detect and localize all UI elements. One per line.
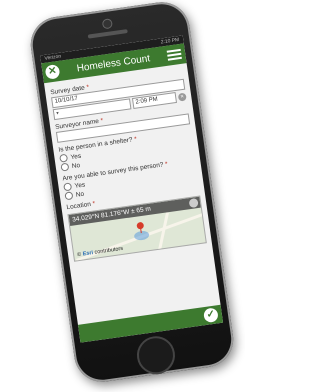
menu-icon[interactable] [166, 47, 182, 63]
speaker [87, 29, 128, 39]
map-attribution: © Esri contributors [76, 245, 124, 259]
check-icon[interactable]: ✓ [203, 307, 219, 324]
home-button[interactable] [134, 333, 178, 377]
stage: Verizon 2:10 PM ✕ Homeless Count Survey … [0, 0, 245, 392]
map-road [157, 212, 170, 252]
survey-form: Survey date * 10/10/17 ▾ 2:09 PM × Surve… [44, 63, 212, 265]
camera [101, 18, 113, 30]
map-pin-icon [136, 221, 145, 230]
clear-icon[interactable]: × [177, 92, 187, 102]
radio-icon [64, 191, 74, 201]
locate-icon[interactable] [188, 197, 199, 209]
radio-icon [59, 153, 69, 163]
radio-icon [63, 182, 73, 192]
radio-icon [60, 162, 70, 172]
phone-screen: Verizon 2:10 PM ✕ Homeless Count Survey … [40, 35, 224, 343]
phone-device: Verizon 2:10 PM ✕ Homeless Count Survey … [27, 0, 237, 386]
chevron-down-icon: ▾ [55, 110, 60, 117]
